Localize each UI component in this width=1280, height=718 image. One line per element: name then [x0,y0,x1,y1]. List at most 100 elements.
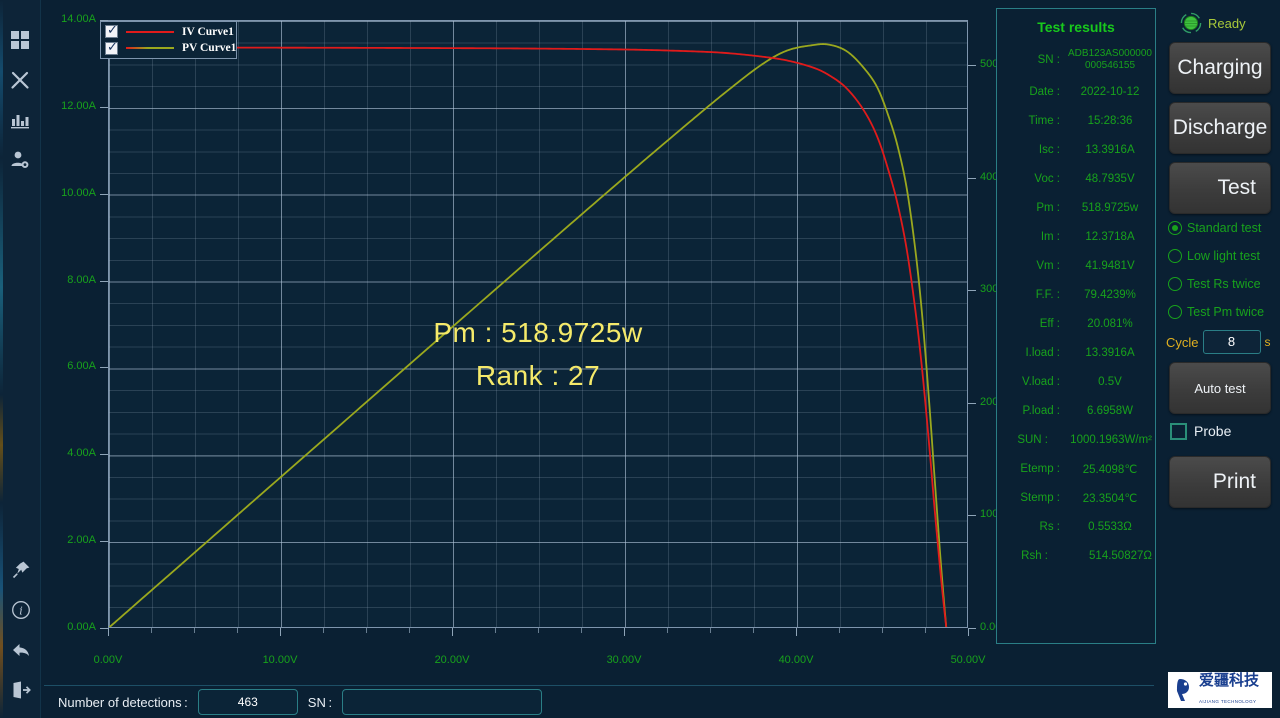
probe-checkbox[interactable] [1170,422,1187,440]
result-row: Etemp : 25.4098℃ [997,454,1155,483]
result-row: Time : 15:28:36 [997,106,1155,135]
curve-svg [109,43,948,627]
y-axis-left-tick-label: 12.00A [61,99,96,112]
y-axis-right-tick [968,515,976,517]
test-mode-option[interactable]: Test Rs twice [1160,270,1280,298]
pin-icon [11,560,31,580]
y-axis-left-tick [100,193,108,195]
probe-toggle[interactable]: Probe [1160,414,1280,448]
logo-mark-icon [1174,677,1196,703]
exit-icon [11,680,31,700]
y-axis-left-tick [100,541,108,543]
x-axis-tick-label: 50.00V [950,654,986,666]
x-axis-minor-tick [366,628,367,633]
result-value: 0.5533Ω [1088,520,1132,533]
sidebar-item-statistics[interactable] [0,100,41,140]
legend-checkbox-pv[interactable] [105,40,118,55]
x-axis-tick-label: 30.00V [606,654,642,666]
test-mode-option[interactable]: Standard test [1160,214,1280,242]
result-row: Rs : 0.5533Ω [997,512,1155,541]
result-row: Eff : 20.081% [997,309,1155,338]
print-button[interactable]: Print [1169,456,1271,508]
bar-chart-icon [10,110,30,130]
sidebar-item-pin[interactable] [0,550,41,590]
legend-item-iv[interactable]: IV Curve1 [105,23,234,40]
radio-icon[interactable] [1168,277,1182,291]
cycle-label: Cycle [1166,334,1199,350]
probe-label: Probe [1194,423,1232,439]
result-value: ADB123AS000000 000546155 [1068,47,1152,72]
cycle-input[interactable]: 8 [1202,330,1261,354]
x-axis-minor-tick [882,628,883,633]
chart-panel: Pm : 518.9725w Rank : 27 IV Curve1 PV Cu… [44,8,1024,680]
sn-label: SN : [307,694,333,710]
x-axis-tick-label: 0.00V [93,654,123,666]
plot-area[interactable]: Pm : 518.9725w Rank : 27 [108,20,968,628]
y-axis-left-tick-label: 6.00A [67,360,96,373]
result-value: 23.3504℃ [1082,492,1138,505]
chart-legend: IV Curve1 PV Curve1 [100,21,237,59]
radio-icon[interactable] [1168,305,1182,319]
x-axis-minor-tick [194,628,195,633]
detections-field[interactable]: 463 [197,689,298,715]
x-axis-tick [796,628,797,636]
x-axis-minor-tick [323,628,324,633]
sn-input[interactable] [342,689,543,715]
result-key: Time : [1028,114,1060,127]
results-title: Test results [1037,19,1115,35]
grid-icon [10,30,30,50]
test-mode-option[interactable]: Test Pm twice [1160,298,1280,326]
radio-icon[interactable] [1168,249,1182,263]
result-row: I.load : 13.3916A [997,338,1155,367]
result-key: P.load : [1022,404,1060,417]
radio-icon[interactable] [1168,221,1182,235]
x-axis-tick [968,628,969,636]
x-axis-minor-tick [151,628,152,633]
sidebar-item-tools[interactable] [0,60,41,100]
sidebar-item-back[interactable] [0,630,41,670]
sidebar-item-info[interactable]: i [0,590,41,630]
discharge-button[interactable]: Discharge [1169,102,1271,154]
result-key: Etemp : [1020,462,1060,475]
test-button[interactable]: Test [1169,162,1271,214]
x-axis-tick [280,628,281,636]
sidebar-item-user-settings[interactable] [0,140,41,180]
sidebar-item-dashboard[interactable] [0,20,41,60]
result-value: 12.3718A [1085,230,1135,243]
result-key: Date : [1029,85,1060,98]
y-axis-left-tick [100,106,108,108]
result-row: Pm : 518.9725w [997,193,1155,222]
x-axis-minor-tick [581,628,582,633]
result-key: Voc : [1034,172,1060,185]
y-axis-right-tick [968,177,976,179]
sidebar-bottom-group: i [0,550,41,710]
result-key: SUN : [1017,433,1048,446]
charging-button[interactable]: Charging [1169,42,1271,94]
result-value: 2022-10-12 [1080,85,1140,98]
test-mode-label: Test Rs twice [1187,277,1261,291]
result-key: Rs : [1039,520,1060,533]
result-value: 1000.1963W/m² [1070,433,1152,446]
result-value: 48.7935V [1085,172,1135,185]
app-window: i Pm : 518.9725w Rank: 27 ✓ IV Curve1 ✓… [0,0,1280,718]
x-axis-tick [452,628,453,636]
result-value: 15:28:36 [1087,114,1133,127]
status-led-icon [1180,12,1202,34]
legend-checkbox-iv[interactable] [105,23,118,39]
y-axis-left-tick [100,628,108,629]
x-axis-minor-tick [925,628,926,633]
test-mode-option[interactable]: Low light test [1160,242,1280,270]
auto-test-button[interactable]: Auto test [1169,362,1271,414]
result-key: Eff : [1039,317,1060,330]
result-value: 514.50827Ω [1089,549,1152,562]
result-row: F.F. : 79.4239% [997,280,1155,309]
result-key: F.F. : [1035,288,1060,301]
sidebar-item-exit[interactable] [0,670,41,710]
back-arrow-icon [11,640,31,660]
legend-item-pv[interactable]: PV Curve1 [105,40,236,57]
result-value: 6.6958W [1086,404,1134,417]
result-value: 0.5V [1098,375,1122,388]
result-row: P.load : 6.6958W [997,396,1155,425]
info-icon: i [11,600,31,620]
result-key: Pm : [1036,201,1060,214]
